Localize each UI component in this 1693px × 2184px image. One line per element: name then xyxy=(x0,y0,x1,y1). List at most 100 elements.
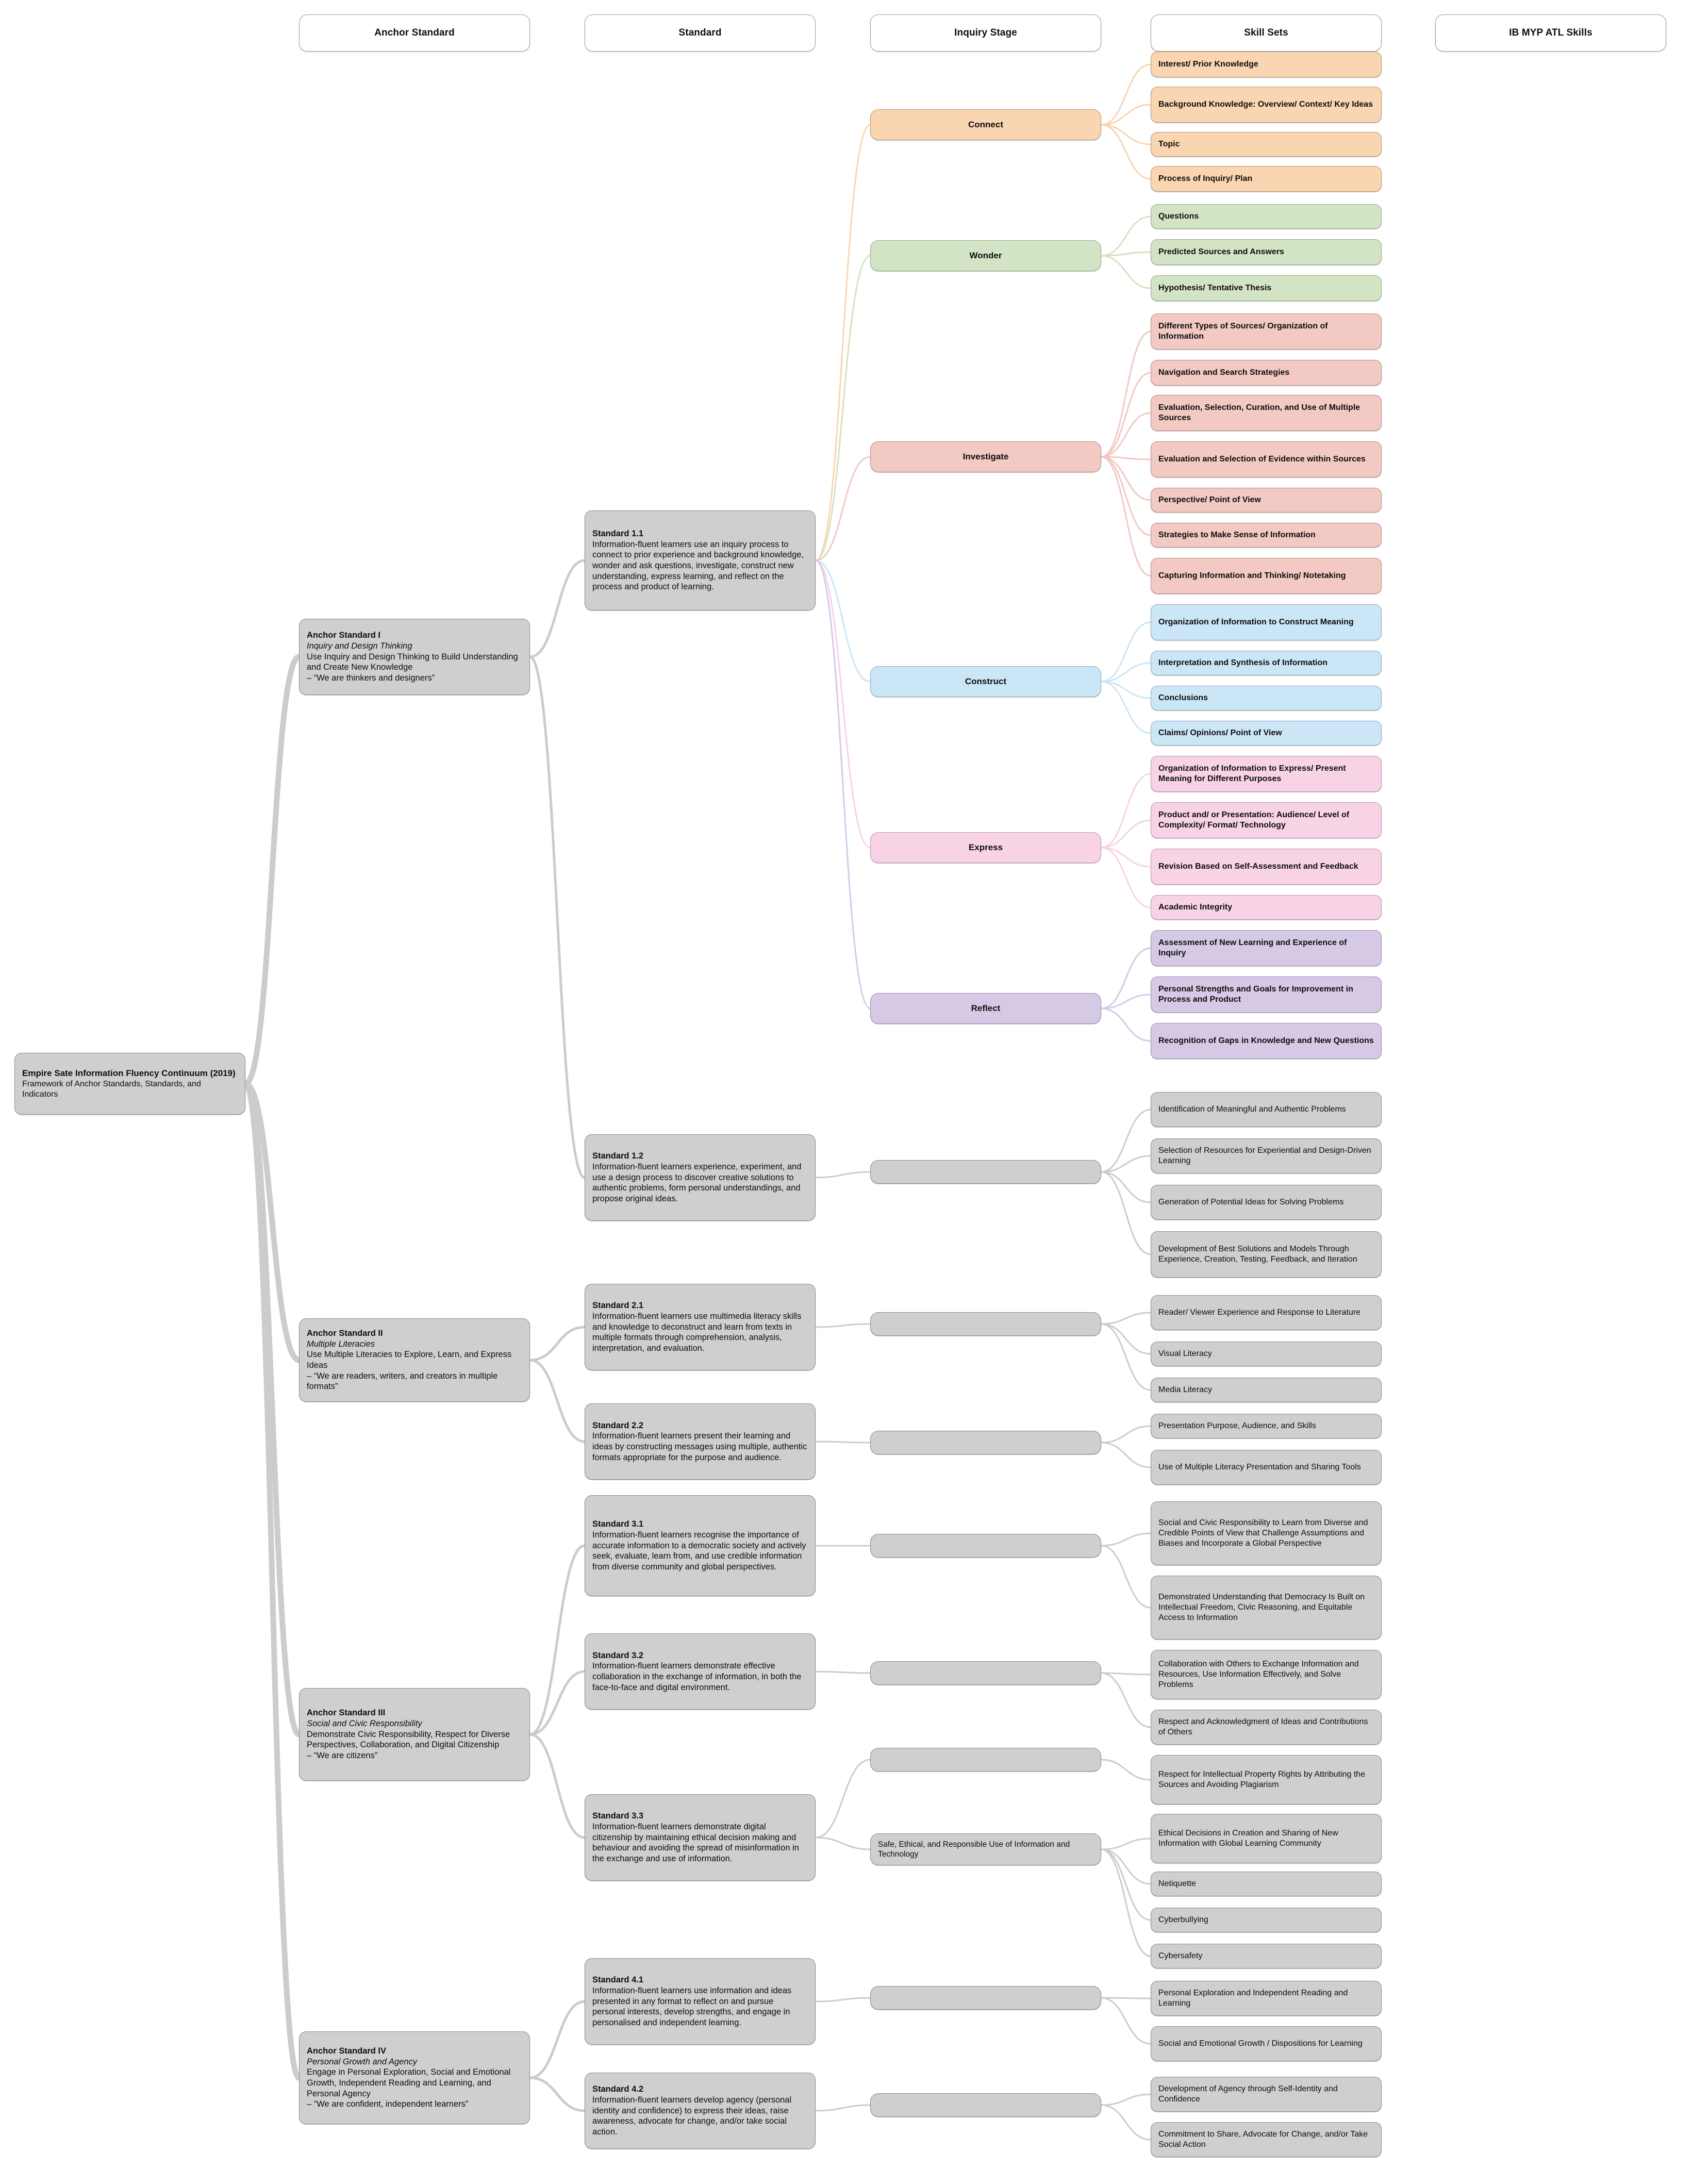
skill-set-chip[interactable]: Revision Based on Self-Assessment and Fe… xyxy=(1151,849,1382,885)
standard-1-2[interactable]: Standard 1.2 Information-fluent learners… xyxy=(585,1134,816,1221)
inquiry-stage-blank-4-1[interactable] xyxy=(870,1986,1101,2010)
skill-set-chip[interactable]: Perspective/ Point of View xyxy=(1151,488,1382,512)
skill-set-chip[interactable]: Questions xyxy=(1151,204,1382,229)
inquiry-stage-connect[interactable]: Connect xyxy=(870,109,1101,140)
standard-2-1[interactable]: Standard 2.1 Information-fluent learners… xyxy=(585,1284,816,1370)
skill-set-chip[interactable]: Hypothesis/ Tentative Thesis xyxy=(1151,275,1382,301)
standard-4-2[interactable]: Standard 4.2 Information-fluent learners… xyxy=(585,2073,816,2149)
skill-set-chip[interactable]: Development of Best Solutions and Models… xyxy=(1151,1231,1382,1278)
anchor-standard-head: Anchor Standard III xyxy=(307,1708,386,1718)
inquiry-stage-blank-2-2[interactable] xyxy=(870,1431,1101,1454)
standard-4-1[interactable]: Standard 4.1 Information-fluent learners… xyxy=(585,1958,816,2045)
skill-set-chip[interactable]: Academic Integrity xyxy=(1151,895,1382,920)
skill-set-label: Personal Exploration and Independent Rea… xyxy=(1158,1989,1348,2008)
standard-2-2[interactable]: Standard 2.2 Information-fluent learners… xyxy=(585,1403,816,1480)
skill-set-chip[interactable]: Cyberbullying xyxy=(1151,1908,1382,1932)
skill-set-label: Collaboration with Others to Exchange In… xyxy=(1158,1660,1359,1689)
skill-set-chip[interactable]: Social and Emotional Growth / Dispositio… xyxy=(1151,2026,1382,2061)
skill-set-chip[interactable]: Evaluation, Selection, Curation, and Use… xyxy=(1151,395,1382,431)
skill-set-label: Conclusions xyxy=(1158,693,1208,702)
skill-set-chip[interactable]: Selection of Resources for Experiential … xyxy=(1151,1138,1382,1173)
skill-set-label: Academic Integrity xyxy=(1158,903,1233,912)
column-header-skill-sets: Skill Sets xyxy=(1151,14,1382,52)
inquiry-stage-safe-ethical-responsible-use[interactable]: Safe, Ethical, and Responsible Use of In… xyxy=(870,1833,1101,1865)
anchor-standard-motto: – “We are thinkers and designers” xyxy=(307,673,435,683)
skill-set-chip[interactable]: Evaluation and Selection of Evidence wit… xyxy=(1151,441,1382,477)
skill-set-chip[interactable]: Development of Agency through Self-Ident… xyxy=(1151,2077,1382,2112)
inquiry-stage-construct[interactable]: Construct xyxy=(870,666,1101,697)
inquiry-stage-blank-3-3a[interactable] xyxy=(870,1748,1101,1772)
inquiry-stage-express[interactable]: Express xyxy=(870,832,1101,863)
skill-set-chip[interactable]: Interest/ Prior Knowledge xyxy=(1151,52,1382,77)
skill-set-chip[interactable]: Capturing Information and Thinking/ Note… xyxy=(1151,558,1382,594)
standard-3-1[interactable]: Standard 3.1 Information-fluent learners… xyxy=(585,1495,816,1596)
skill-set-chip[interactable]: Different Types of Sources/ Organization… xyxy=(1151,313,1382,350)
skill-set-chip[interactable]: Conclusions xyxy=(1151,686,1382,710)
skill-set-label: Organization of Information to Construct… xyxy=(1158,618,1354,626)
skill-set-chip[interactable]: Respect and Acknowledgment of Ideas and … xyxy=(1151,1710,1382,1745)
skill-set-chip[interactable]: Personal Exploration and Independent Rea… xyxy=(1151,1981,1382,2016)
anchor-standard-head: Anchor Standard IV xyxy=(307,2046,387,2056)
skill-set-chip[interactable]: Use of Multiple Literacy Presentation an… xyxy=(1151,1450,1382,1485)
skill-set-chip[interactable]: Navigation and Search Strategies xyxy=(1151,360,1382,386)
skill-set-chip[interactable]: Collaboration with Others to Exchange In… xyxy=(1151,1650,1382,1699)
skill-set-chip[interactable]: Demonstrated Understanding that Democrac… xyxy=(1151,1576,1382,1640)
standard-1-1[interactable]: Standard 1.1 Information-fluent learners… xyxy=(585,510,816,610)
mindmap-canvas: Anchor Standard Standard Inquiry Stage S… xyxy=(0,0,1693,2184)
standard-head: Standard 3.3 xyxy=(592,1811,644,1821)
inquiry-stage-reflect[interactable]: Reflect xyxy=(870,993,1101,1024)
skill-set-chip[interactable]: Social and Civic Responsibility to Learn… xyxy=(1151,1501,1382,1565)
skill-set-chip[interactable]: Organization of Information to Express/ … xyxy=(1151,756,1382,792)
skill-set-chip[interactable]: Recognition of Gaps in Knowledge and New… xyxy=(1151,1023,1382,1059)
inquiry-stage-label: Express xyxy=(968,842,1003,853)
skill-set-label: Predicted Sources and Answers xyxy=(1158,247,1284,256)
skill-set-chip[interactable]: Netiquette xyxy=(1151,1872,1382,1896)
skill-set-chip[interactable]: Background Knowledge: Overview/ Context/… xyxy=(1151,87,1382,123)
skill-set-chip[interactable]: Personal Strengths and Goals for Improve… xyxy=(1151,977,1382,1013)
skill-set-chip[interactable]: Visual Literacy xyxy=(1151,1342,1382,1366)
skill-set-chip[interactable]: Media Literacy xyxy=(1151,1378,1382,1402)
anchor-standard-3[interactable]: Anchor Standard III Social and Civic Res… xyxy=(299,1688,530,1781)
skill-set-chip[interactable]: Product and/ or Presentation: Audience/ … xyxy=(1151,802,1382,838)
anchor-standard-body: Use Inquiry and Design Thinking to Build… xyxy=(307,652,518,672)
skill-set-label: Commitment to Share, Advocate for Change… xyxy=(1158,2130,1368,2149)
skill-set-chip[interactable]: Process of Inquiry/ Plan xyxy=(1151,166,1382,192)
inquiry-stage-blank-1-2[interactable] xyxy=(870,1160,1101,1184)
inquiry-stage-wonder[interactable]: Wonder xyxy=(870,240,1101,271)
skill-set-chip[interactable]: Reader/ Viewer Experience and Response t… xyxy=(1151,1295,1382,1330)
skill-set-chip[interactable]: Organization of Information to Construct… xyxy=(1151,604,1382,640)
anchor-standard-2[interactable]: Anchor Standard II Multiple Literacies U… xyxy=(299,1318,530,1402)
standard-head: Standard 1.1 xyxy=(592,529,644,539)
inquiry-stage-blank-4-2[interactable] xyxy=(870,2093,1101,2117)
column-header-standard: Standard xyxy=(585,14,816,52)
inquiry-stage-blank-2-1[interactable] xyxy=(870,1312,1101,1336)
skill-set-chip[interactable]: Interpretation and Synthesis of Informat… xyxy=(1151,651,1382,675)
skill-set-chip[interactable]: Claims/ Opinions/ Point of View xyxy=(1151,721,1382,746)
anchor-standard-italic: Inquiry and Design Thinking xyxy=(307,641,412,651)
anchor-standard-4[interactable]: Anchor Standard IV Personal Growth and A… xyxy=(299,2031,530,2124)
skill-set-label: Generation of Potential Ideas for Solvin… xyxy=(1158,1198,1344,1206)
skill-set-chip[interactable]: Generation of Potential Ideas for Solvin… xyxy=(1151,1185,1382,1220)
skill-set-chip[interactable]: Cybersafety xyxy=(1151,1944,1382,1968)
skill-set-chip[interactable]: Presentation Purpose, Audience, and Skil… xyxy=(1151,1414,1382,1438)
standard-3-3[interactable]: Standard 3.3 Information-fluent learners… xyxy=(585,1794,816,1881)
anchor-standard-body: Demonstrate Civic Responsibility, Respec… xyxy=(307,1729,510,1750)
skill-set-chip[interactable]: Respect for Intellectual Property Rights… xyxy=(1151,1755,1382,1805)
skill-set-label: Cybersafety xyxy=(1158,1951,1203,1960)
skill-set-chip[interactable]: Ethical Decisions in Creation and Sharin… xyxy=(1151,1814,1382,1863)
inquiry-stage-blank-3-1[interactable] xyxy=(870,1534,1101,1558)
standard-3-2[interactable]: Standard 3.2 Information-fluent learners… xyxy=(585,1633,816,1710)
skill-set-label: Recognition of Gaps in Knowledge and New… xyxy=(1158,1036,1374,1045)
skill-set-chip[interactable]: Predicted Sources and Answers xyxy=(1151,239,1382,265)
skill-set-label: Netiquette xyxy=(1158,1879,1196,1888)
skill-set-chip[interactable]: Assessment of New Learning and Experienc… xyxy=(1151,930,1382,966)
skill-set-chip[interactable]: Identification of Meaningful and Authent… xyxy=(1151,1092,1382,1127)
inquiry-stage-blank-3-2[interactable] xyxy=(870,1661,1101,1685)
inquiry-stage-investigate[interactable]: Investigate xyxy=(870,441,1101,472)
skill-set-chip[interactable]: Strategies to Make Sense of Information xyxy=(1151,523,1382,548)
skill-set-chip[interactable]: Topic xyxy=(1151,132,1382,157)
anchor-standard-1[interactable]: Anchor Standard I Inquiry and Design Thi… xyxy=(299,619,530,695)
root-node[interactable]: Empire Sate Information Fluency Continuu… xyxy=(14,1053,245,1115)
standard-body: Information-fluent learners present thei… xyxy=(592,1431,807,1462)
skill-set-chip[interactable]: Commitment to Share, Advocate for Change… xyxy=(1151,2122,1382,2157)
